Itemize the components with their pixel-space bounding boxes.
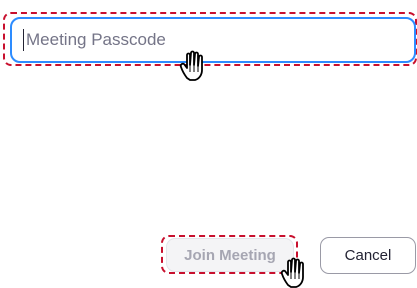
hand-pointer-icon [280,257,304,288]
meeting-passcode-input[interactable] [10,17,416,63]
text-caret [23,29,24,51]
hand-pointer-icon [179,50,203,81]
cancel-button[interactable]: Cancel [320,237,416,274]
join-meeting-button[interactable]: Join Meeting [166,238,294,272]
join-meeting-passcode-dialog: Join Meeting Cancel [0,0,417,288]
